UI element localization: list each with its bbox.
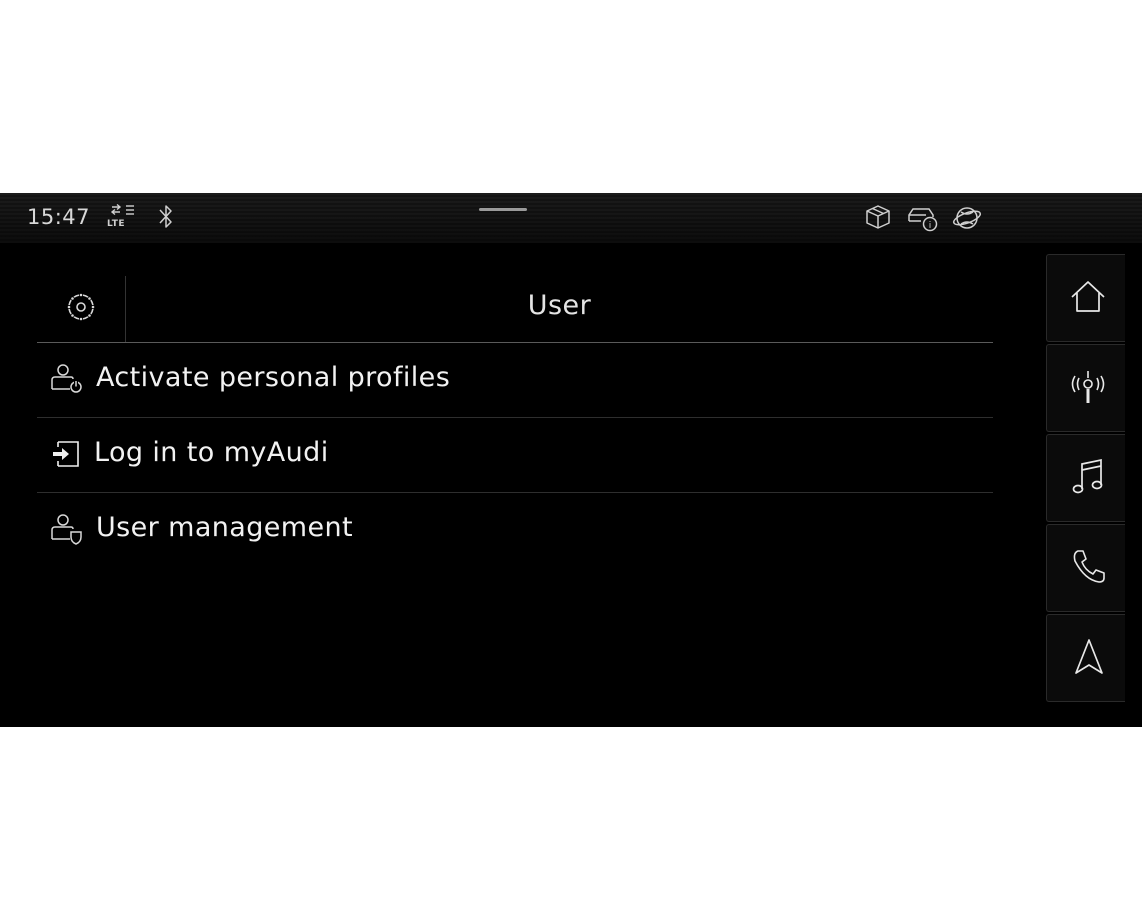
car-info-icon: i	[908, 208, 938, 232]
log-in-myaudi-item[interactable]: Log in to myAudi	[37, 418, 993, 493]
home-icon	[1071, 281, 1105, 312]
radio-button[interactable]	[1046, 344, 1125, 432]
activate-personal-profiles-item[interactable]: Activate personal profiles	[37, 343, 993, 418]
gear-icon	[67, 293, 95, 321]
package-icon	[866, 205, 890, 229]
user-power-icon	[51, 364, 82, 393]
svg-text:i: i	[929, 221, 932, 231]
login-icon	[53, 441, 79, 467]
page-title: User	[527, 290, 592, 321]
settings-button[interactable]	[37, 276, 126, 342]
log-in-myaudi-label: Log in to myAudi	[94, 437, 329, 468]
network-label: LTE	[107, 219, 126, 229]
user-shield-icon	[51, 514, 82, 545]
media-button[interactable]	[1046, 434, 1125, 522]
phone-button[interactable]	[1046, 524, 1125, 612]
bluetooth-icon	[159, 205, 172, 228]
home-button[interactable]	[1046, 254, 1125, 342]
right-nav-rail	[1046, 254, 1142, 702]
clock: 15:47	[27, 205, 91, 229]
user-management-label: User management	[96, 512, 353, 543]
radio-icon	[1071, 371, 1105, 403]
activate-personal-profiles-label: Activate personal profiles	[96, 362, 451, 393]
pull-down-handle[interactable]	[479, 208, 527, 211]
navigation-button[interactable]	[1046, 614, 1125, 702]
user-management-item[interactable]: User management	[37, 493, 993, 567]
navigation-icon	[1075, 639, 1103, 674]
infotainment-screen: 15:47 LTE i User Activate personal profi…	[0, 193, 1142, 727]
page-header: User	[37, 276, 993, 343]
online-globe-icon	[952, 207, 982, 229]
user-menu-list: Activate personal profiles Log in to myA…	[37, 343, 993, 567]
music-icon	[1072, 458, 1103, 494]
phone-icon	[1073, 550, 1105, 583]
